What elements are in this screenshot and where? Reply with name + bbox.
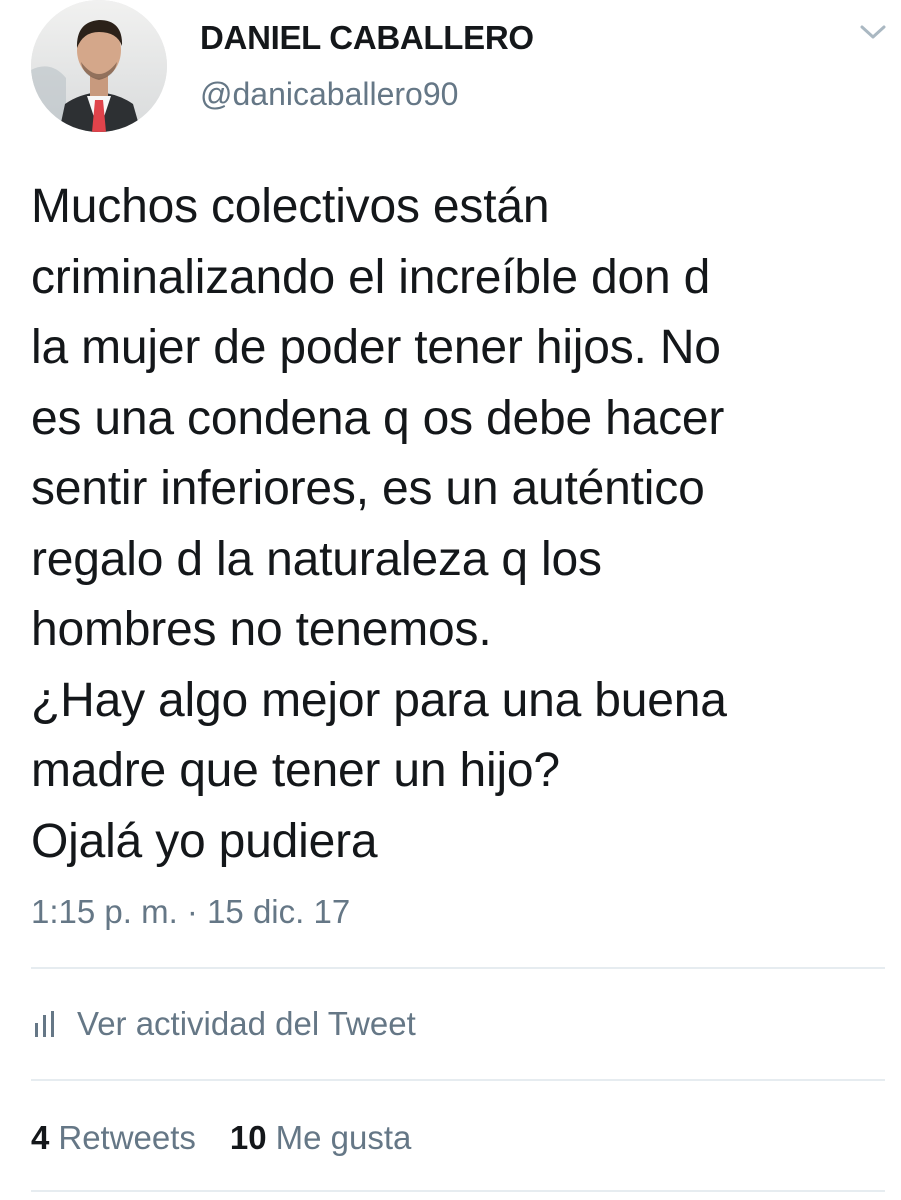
avatar[interactable] bbox=[31, 0, 167, 132]
retweets-stat[interactable]: 4 Retweets bbox=[31, 1118, 196, 1158]
tweet-timestamp[interactable]: 1:15 p. m. · 15 dic. 17 bbox=[31, 892, 350, 932]
profile-photo bbox=[31, 0, 167, 132]
divider bbox=[31, 1190, 885, 1192]
tweet-card: DANIEL CABALLERO @danicaballero90 Muchos… bbox=[0, 0, 901, 1200]
divider bbox=[31, 1079, 885, 1081]
retweets-label: Retweets bbox=[58, 1119, 196, 1156]
likes-stat[interactable]: 10 Me gusta bbox=[230, 1118, 411, 1158]
display-name[interactable]: DANIEL CABALLERO bbox=[200, 18, 534, 58]
user-handle[interactable]: @danicaballero90 bbox=[200, 74, 534, 114]
view-tweet-activity-label: Ver actividad del Tweet bbox=[77, 1005, 416, 1042]
divider bbox=[31, 967, 885, 969]
chevron-down-icon[interactable] bbox=[858, 22, 888, 42]
likes-count: 10 bbox=[229, 1119, 267, 1156]
view-tweet-activity-button[interactable]: Ver actividad del Tweet bbox=[31, 1004, 416, 1044]
tweet-text: Muchos colectivos están criminalizando e… bbox=[31, 180, 727, 868]
likes-label: Me gusta bbox=[275, 1119, 412, 1156]
bar-chart-icon bbox=[35, 1011, 54, 1037]
author-info: DANIEL CABALLERO @danicaballero90 bbox=[200, 18, 534, 114]
retweets-count: 4 bbox=[31, 1119, 50, 1156]
tweet-stats: 4 Retweets 10 Me gusta bbox=[31, 1118, 445, 1158]
